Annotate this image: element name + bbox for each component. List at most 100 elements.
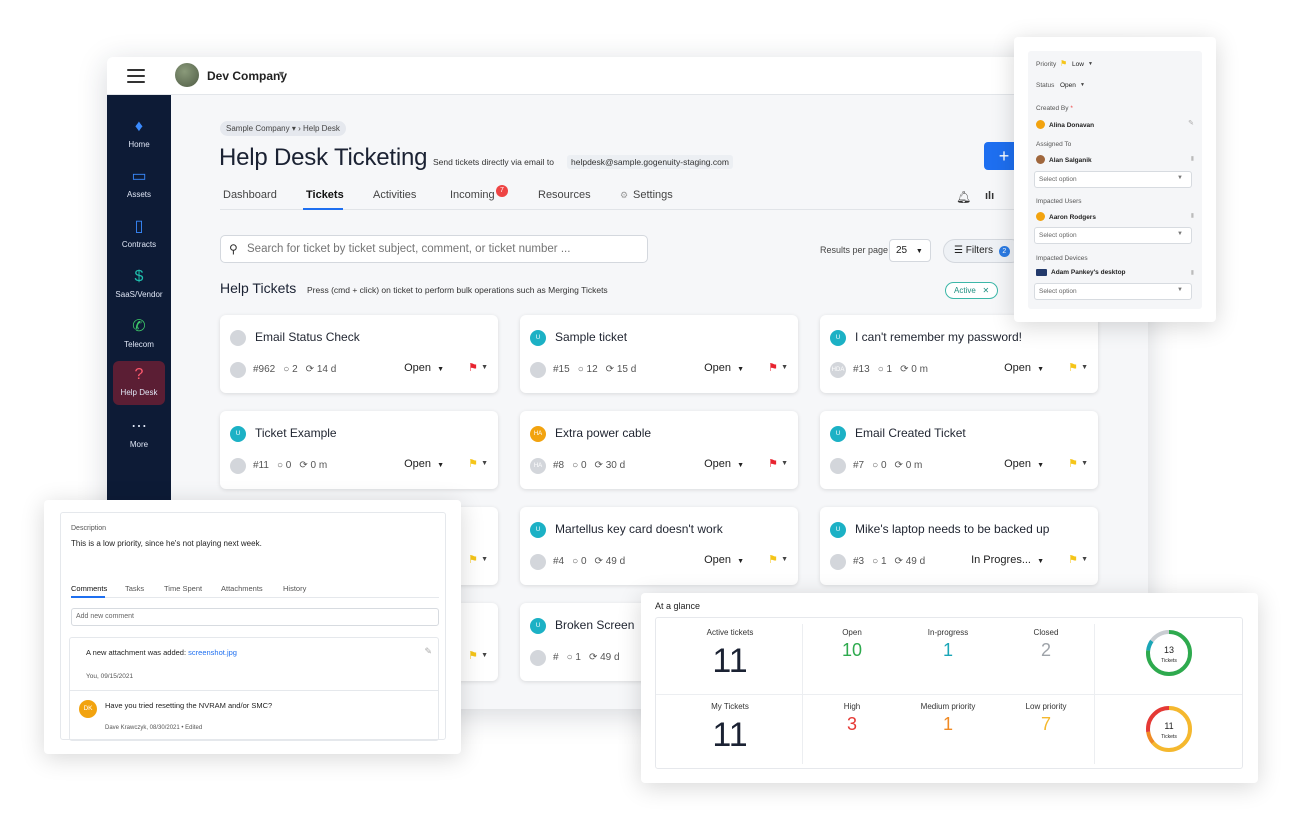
filters-button[interactable]: ☰ Filters 2 — [943, 239, 1023, 263]
chevron-down-icon[interactable]: ▼ — [481, 556, 488, 563]
ticket-card[interactable]: Email Status Check #962 ○ 2 ⟳ 14 d Open ▼ ⚑ ▼ — [220, 315, 498, 393]
status-dropdown[interactable]: In Progres... ▼ — [971, 554, 1044, 566]
status-dropdown[interactable]: Open ▼ — [404, 458, 444, 470]
ticket-card[interactable]: U Martellus key card doesn't work #4 ○ 0 ⟳ 4… — [520, 507, 798, 585]
active-filter-chip[interactable]: Active ✕ — [945, 282, 999, 299]
ticket-card[interactable]: U Ticket Example #11 ○ 0 ⟳ 0 m Open ▼ ⚑ ▼ — [220, 411, 498, 489]
stat-closed[interactable]: Closed 2 — [1006, 628, 1086, 661]
trash-icon[interactable]: ▮ — [1191, 212, 1194, 219]
chevron-down-icon[interactable]: ▼ — [1080, 82, 1085, 88]
chevron-down-icon[interactable]: ▼ — [277, 69, 286, 79]
sidebar-item-telecom[interactable]: ✆ Telecom — [113, 313, 165, 357]
flag-icon[interactable]: ⚑ — [768, 457, 778, 470]
stat-high[interactable]: High 3 — [812, 702, 892, 735]
tab-comments[interactable]: Comments — [71, 584, 107, 593]
ticket-title[interactable]: Extra power cable — [555, 426, 651, 440]
breadcrumb-parent[interactable]: Sample Company — [226, 124, 290, 133]
impacted-devices-select[interactable]: Select option ▼ — [1034, 283, 1192, 300]
impacted-users-select[interactable]: Select option ▼ — [1034, 227, 1192, 244]
priority-value[interactable]: Low — [1072, 61, 1084, 68]
bar-chart-icon[interactable]: ılı — [985, 190, 994, 202]
chevron-down-icon[interactable]: ▼ — [1081, 364, 1088, 371]
ticket-card[interactable]: U Sample ticket #15 ○ 12 ⟳ 15 d Open ▼ ⚑ ▼ — [520, 315, 798, 393]
stat-my-tickets[interactable]: My Tickets 11 — [666, 702, 794, 755]
comment-input[interactable]: Add new comment — [71, 608, 439, 626]
ticket-title[interactable]: I can't remember my password! — [855, 330, 1022, 344]
hamburger-menu-icon[interactable] — [127, 69, 145, 83]
company-name[interactable]: Dev Company — [207, 69, 287, 83]
impacted-device-value[interactable]: Adam Pankey's desktop — [1036, 269, 1126, 276]
chevron-down-icon[interactable]: ▼ — [1081, 460, 1088, 467]
flag-icon[interactable]: ⚑ — [1068, 553, 1078, 566]
helpdesk-email[interactable]: helpdesk@sample.gogenuity-staging.com — [567, 155, 733, 169]
assigned-to-value[interactable]: Alan Salganik — [1036, 155, 1092, 164]
stat-open[interactable]: Open 10 — [812, 628, 892, 661]
tab-resources[interactable]: Resources — [538, 189, 591, 201]
status-dropdown[interactable]: Open ▼ — [1004, 458, 1044, 470]
attachment-link[interactable]: screenshot.jpg — [188, 648, 237, 657]
stat-in-progress[interactable]: In-progress 1 — [908, 628, 988, 661]
ticket-card[interactable]: U Email Created Ticket #7 ○ 0 ⟳ 0 m Open ▼ ⚑ ▼ — [820, 411, 1098, 489]
tab-time-spent[interactable]: Time Spent — [164, 584, 202, 593]
ticket-card[interactable]: HA Extra power cable HA #8 ○ 0 ⟳ 30 d Open ▼ ⚑ ▼ — [520, 411, 798, 489]
flag-icon[interactable]: ⚑ — [1068, 361, 1078, 374]
chevron-down-icon[interactable]: ▼ — [1088, 61, 1093, 67]
assigned-to-select[interactable]: Select option ▼ — [1034, 171, 1192, 188]
sidebar-item-helpdesk[interactable]: ? Help Desk — [113, 361, 165, 405]
stat-medium[interactable]: Medium priority 1 — [908, 702, 988, 735]
tab-incoming[interactable]: Incoming — [450, 189, 495, 201]
sidebar-item-more[interactable]: ⋯ More — [113, 413, 165, 457]
status-value[interactable]: Open — [1060, 82, 1076, 89]
impacted-user-value[interactable]: Aaron Rodgers — [1036, 212, 1096, 221]
chevron-down-icon[interactable]: ▼ — [781, 556, 788, 563]
ticket-card[interactable]: U I can't remember my password! HDA #13 ○ 1 ⟳… — [820, 315, 1098, 393]
ticket-title[interactable]: Sample ticket — [555, 330, 627, 344]
status-dropdown[interactable]: Open ▼ — [1004, 362, 1044, 374]
tab-settings[interactable]: Settings — [633, 189, 673, 201]
chevron-down-icon[interactable]: ▼ — [481, 652, 488, 659]
created-by-value[interactable]: Alina Donavan — [1036, 120, 1094, 129]
tab-history[interactable]: History — [283, 584, 306, 593]
ticket-card[interactable]: U Mike's laptop needs to be backed up #3 ○ … — [820, 507, 1098, 585]
flag-icon[interactable]: ⚑ — [768, 553, 778, 566]
trash-icon[interactable]: ▮ — [1191, 155, 1194, 162]
flag-icon[interactable]: ⚑ — [468, 361, 478, 374]
chevron-down-icon[interactable]: ▼ — [781, 460, 788, 467]
status-dropdown[interactable]: Open ▼ — [704, 458, 744, 470]
trash-icon[interactable]: ▮ — [1191, 269, 1194, 276]
search-input[interactable] — [247, 243, 627, 255]
flag-icon[interactable]: ⚑ — [468, 457, 478, 470]
ticket-title[interactable]: Broken Screen — [555, 618, 634, 632]
flag-icon[interactable]: ⚑ — [468, 553, 478, 566]
stat-low[interactable]: Low priority 7 — [1006, 702, 1086, 735]
ticket-title[interactable]: Email Created Ticket — [855, 426, 966, 440]
sidebar-item-saas[interactable]: $ SaaS/Vendor — [113, 263, 165, 307]
flag-icon[interactable]: ⚑ — [468, 649, 478, 662]
breadcrumb-current[interactable]: Help Desk — [303, 124, 340, 133]
chevron-down-icon[interactable]: ▼ — [481, 460, 488, 467]
chevron-down-icon[interactable]: ▼ — [781, 364, 788, 371]
ticket-title[interactable]: Mike's laptop needs to be backed up — [855, 522, 1049, 536]
edit-icon[interactable]: ✎ — [1188, 119, 1194, 127]
close-icon[interactable]: ✕ — [978, 286, 989, 295]
status-dropdown[interactable]: Open ▼ — [704, 362, 744, 374]
chevron-down-icon[interactable]: ▼ — [481, 364, 488, 371]
stat-active-tickets[interactable]: Active tickets 11 — [666, 628, 794, 681]
bell-icon[interactable]: 🔔︎ — [956, 190, 971, 204]
tab-dashboard[interactable]: Dashboard — [223, 189, 277, 201]
sidebar-item-assets[interactable]: ▭ Assets — [113, 163, 165, 207]
results-per-page-select[interactable]: 25 ▼ — [889, 239, 931, 262]
ticket-title[interactable]: Email Status Check — [255, 330, 360, 344]
flag-icon[interactable]: ⚑ — [768, 361, 778, 374]
sidebar-item-home[interactable]: ♦ Home — [113, 113, 165, 157]
chevron-down-icon[interactable]: ▼ — [1081, 556, 1088, 563]
company-avatar[interactable] — [175, 63, 199, 87]
ticket-title[interactable]: Martellus key card doesn't work — [555, 522, 723, 536]
ticket-title[interactable]: Ticket Example — [255, 426, 337, 440]
tab-attachments[interactable]: Attachments — [221, 584, 263, 593]
status-dropdown[interactable]: Open ▼ — [704, 554, 744, 566]
status-dropdown[interactable]: Open ▼ — [404, 362, 444, 374]
tab-tickets[interactable]: Tickets — [306, 189, 344, 201]
sidebar-item-contracts[interactable]: ▯ Contracts — [113, 213, 165, 257]
edit-icon[interactable]: ✎ — [424, 646, 432, 657]
